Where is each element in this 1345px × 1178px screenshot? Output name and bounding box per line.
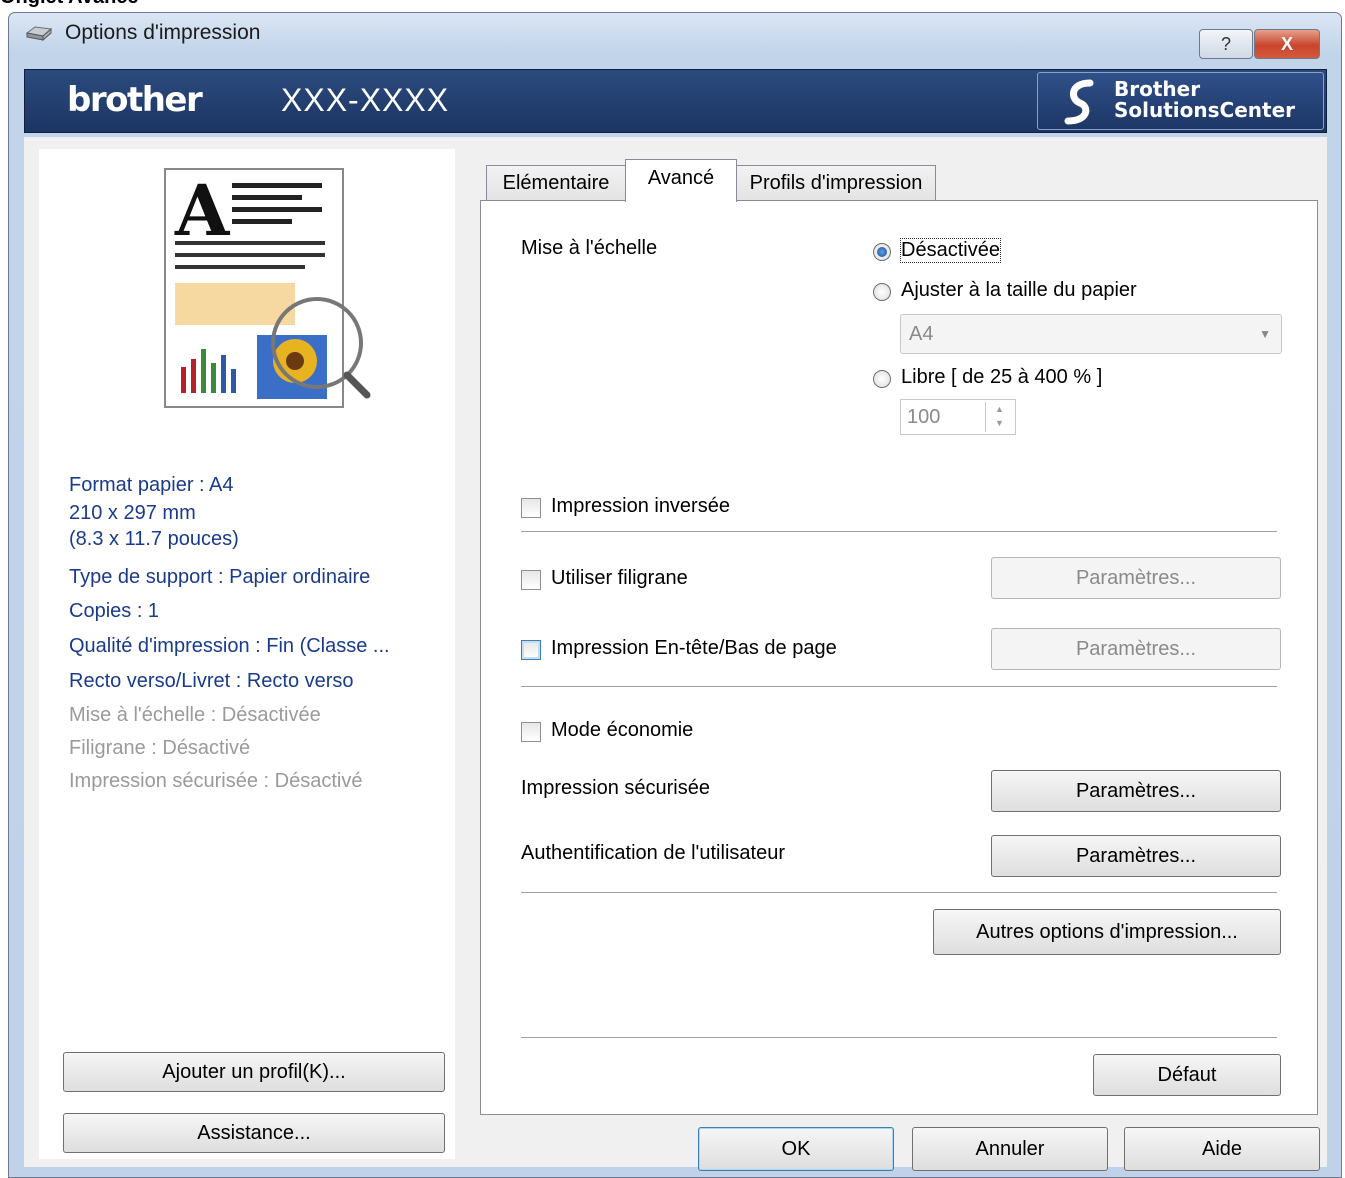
reverse-print-label[interactable]: Impression inversée [551,495,730,518]
ok-button[interactable]: OK [698,1127,894,1171]
summary-quality: Qualité d'impression : Fin (Classe ... [69,635,390,657]
scaling-free-label[interactable]: Libre [ de 25 à 400 % ] [901,366,1102,389]
tab-advanced[interactable]: Avancé [625,159,737,202]
solutions-center-label: Brother SolutionsCenter [1114,79,1295,121]
scaling-fit-radio[interactable] [873,283,891,301]
divider-3 [521,892,1277,893]
user-auth-label: Authentification de l'utilisateur [521,842,785,864]
dialog-body: A Format papier: A4 210 x 297 mm (8.3 x… [24,137,1327,1171]
tab-basic[interactable]: Elémentaire [486,165,626,201]
spin-down-icon[interactable]: ▼ [986,416,1013,430]
summary-scaling: Mise à l'échelle : Désactivée [69,704,321,726]
header-footer-settings-button[interactable]: Paramètres... [991,628,1281,670]
toner-save-label[interactable]: Mode économie [551,719,693,742]
scaling-free-radio[interactable] [873,370,891,388]
divider-1 [521,531,1277,532]
brand-bar: brother XXX-XXXX Brother SolutionsCenter [24,69,1327,133]
free-scaling-input[interactable]: 100 ▲ ▼ [900,399,1016,435]
summary-watermark: Filigrane : Désactivé [69,737,251,759]
header-footer-checkbox[interactable] [521,640,541,660]
other-print-options-button[interactable]: Autres options d'impression... [933,909,1281,955]
divider-2 [521,686,1277,687]
tab-print-profiles[interactable]: Profils d'impression [736,165,936,201]
printer-icon [25,26,53,42]
reverse-print-checkbox[interactable] [521,498,541,518]
printer-model: XXX-XXXX [281,82,450,118]
solutions-line-1: Brother [1114,77,1201,101]
spin-up-icon[interactable]: ▲ [986,402,1013,416]
title-bar: Options d'impression ? X [9,13,1341,59]
cancel-button[interactable]: Annuler [912,1127,1108,1171]
summary-dimensions-mm: 210 x 297 mm [69,502,196,524]
spin-arrows[interactable]: ▲ ▼ [985,402,1013,432]
solutions-line-2: SolutionsCenter [1114,98,1296,122]
watermark-label[interactable]: Utiliser filigrane [551,567,688,590]
preview-panel: A Format papier: A4 210 x 297 mm (8.3 x… [39,149,455,1159]
toner-save-checkbox[interactable] [521,722,541,742]
add-profile-button[interactable]: Ajouter un profil(K)... [63,1052,445,1092]
settings-summary: Format papier : A4 210 x 297 mm (8.3 x 1… [69,473,449,793]
window-title: Options d'impression [65,21,261,44]
scaling-label: Mise à l'échelle [521,237,658,259]
title-help-button[interactable]: ? [1199,29,1253,59]
summary-copies: Copies : 1 [69,600,160,622]
solutions-center-button[interactable]: Brother SolutionsCenter [1037,72,1324,130]
print-options-window: Options d'impression ? X brother XXX-XXX… [8,12,1342,1178]
scaling-off-label[interactable]: Désactivée [900,238,1001,263]
fit-paper-size-select[interactable]: A4 ▼ [900,314,1282,354]
page-heading: Onglet Avancé [0,0,139,9]
scaling-off-radio[interactable] [873,243,891,261]
header-footer-label[interactable]: Impression En-tête/Bas de page [551,637,837,660]
secure-print-settings-button[interactable]: Paramètres... [991,770,1281,812]
brother-logo: brother [67,80,203,120]
help-button[interactable]: Aide [1124,1127,1320,1171]
chevron-down-icon: ▼ [1259,327,1271,341]
summary-paper-size: Format papier : A4 [69,474,234,496]
divider-4 [521,1037,1277,1038]
scaling-fit-label[interactable]: Ajuster à la taille du papier [901,279,1137,302]
fit-paper-size-value: A4 [909,323,934,345]
default-button[interactable]: Défaut [1093,1054,1281,1096]
free-scaling-value: 100 [907,406,941,428]
svg-text:A: A [174,169,231,252]
close-button[interactable]: X [1254,29,1320,59]
summary-media-type: Type de support : Papier ordinaire [69,566,371,588]
watermark-checkbox[interactable] [521,570,541,590]
summary-secure-print: Impression sécurisée : Désactivé [69,770,363,792]
summary-duplex: Recto verso/Livret : Recto verso [69,670,354,692]
summary-dimensions-in: (8.3 x 11.7 pouces) [69,528,239,550]
watermark-settings-button[interactable]: Paramètres... [991,557,1281,599]
solutions-center-icon [1064,79,1094,125]
user-auth-settings-button[interactable]: Paramètres... [991,835,1281,877]
advanced-tab-panel: Mise à l'échelle Désactivée Ajuster à la… [480,200,1318,1115]
secure-print-label: Impression sécurisée [521,777,710,799]
document-preview-icon: A [164,168,371,408]
support-button[interactable]: Assistance... [63,1113,445,1153]
